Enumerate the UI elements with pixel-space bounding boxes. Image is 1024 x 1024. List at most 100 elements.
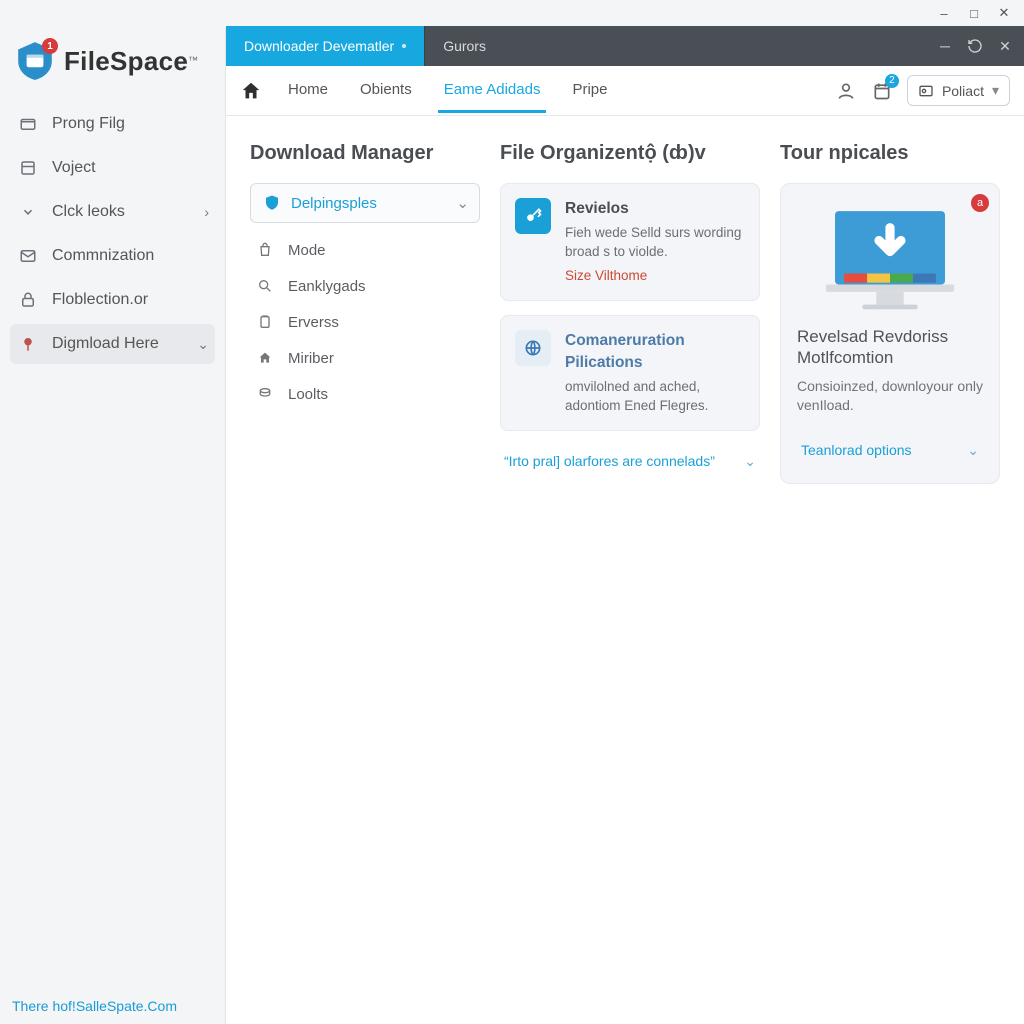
chevron-down-icon: ⌄ [744, 453, 756, 470]
subitem-label: Miriber [288, 350, 334, 367]
card-comaneruration[interactable]: Comaneruration Pilications omvilolned an… [500, 315, 760, 430]
link-label: “Irto pral] olarfores are connelads” [504, 453, 715, 469]
subitem-label: Eanklygads [288, 278, 366, 295]
os-titlebar: – □ ✕ [0, 0, 1024, 26]
card-body: Comaneruration Pilications omvilolned an… [565, 330, 745, 415]
navlink-obients[interactable]: Obients [354, 69, 418, 113]
navlink-home[interactable]: Home [282, 69, 334, 113]
poliact-label: Poliact [942, 83, 984, 99]
link-label: Teanlorad options [801, 442, 912, 458]
card-desc: Fieh wede Selld surs wording broad s to … [565, 224, 745, 262]
sidebar-item-label: Clck leoks [52, 203, 125, 221]
subitem-erverss[interactable]: Erverss [250, 309, 480, 335]
card-note: Size Vilthome [565, 267, 745, 286]
tab-label: Downloader Devematler [244, 38, 394, 54]
subitem-loolts[interactable]: Loolts [250, 381, 480, 407]
brand: 1 FileSpace™ [0, 26, 225, 104]
subitem-miriber[interactable]: Miriber [250, 345, 480, 371]
chevron-down-icon: ⌄ [456, 194, 469, 212]
navbar-right: 2 Poliact ▾ [835, 75, 1010, 106]
stack-icon [256, 385, 274, 403]
sidebar-item-flob[interactable]: Floblection.or [10, 280, 215, 320]
download-manager-title: Download Manager [250, 142, 480, 165]
connected-link[interactable]: “Irto pral] olarfores are connelads” ⌄ [500, 445, 760, 478]
navlink-pripe[interactable]: Pripe [566, 69, 613, 113]
content: Download Manager Delpingsples ⌄ Mode Ean… [226, 116, 1024, 1024]
sidebar-item-digmload[interactable]: Digmload Here ⌄ [10, 324, 215, 364]
tab-gurors[interactable]: Gurors [425, 26, 504, 66]
card-desc: omvilolned and ached, adontiom Ened Fleg… [565, 378, 745, 416]
sidebar-item-label: Voject [52, 159, 96, 177]
cube-icon [18, 158, 38, 178]
sidebar-item-label: Digmload Here [52, 335, 159, 353]
sidebar-item-voject[interactable]: Voject [10, 148, 215, 188]
folder-icon [18, 114, 38, 134]
calendar-icon[interactable]: 2 [871, 80, 893, 102]
subitem-mode[interactable]: Mode [250, 237, 480, 263]
lock-icon [18, 290, 38, 310]
category-pill[interactable]: Delpingsples ⌄ [250, 183, 480, 223]
sidebar-footer-link[interactable]: There hof!SalleSpate.Com [0, 988, 225, 1024]
download-manager-column: Download Manager Delpingsples ⌄ Mode Ean… [250, 142, 480, 998]
person-card-icon [918, 83, 934, 99]
sidebar-item-label: Commnization [52, 247, 154, 265]
chevron-down-icon: ⌄ [967, 442, 979, 459]
sidebar-item-label: Prong Filg [52, 115, 125, 133]
subitem-eank[interactable]: Eanklygads [250, 273, 480, 299]
mail-icon [18, 246, 38, 266]
tabstrip-close-button[interactable]: ✕ [996, 37, 1014, 55]
sidebar-nav: Prong Filg Voject Clck leoks › Commnizat… [0, 104, 225, 364]
promo-title: Revelsad Revdoriss Motlfcomtion [797, 326, 983, 369]
tabstrip-controls: ─ ✕ [926, 26, 1024, 66]
subitem-label: Erverss [288, 314, 339, 331]
sidebar-item-label: Floblection.or [52, 291, 148, 309]
home-icon[interactable] [240, 80, 262, 102]
subitem-label: Loolts [288, 386, 328, 403]
tab-downloader[interactable]: Downloader Devematler [226, 26, 424, 66]
card-body: Revielos Fieh wede Selld surs wording br… [565, 198, 745, 286]
search-icon [256, 277, 274, 295]
tabstrip-minimize-button[interactable]: ─ [936, 37, 954, 55]
tour-column: Tour npicales a [780, 142, 1000, 998]
os-close-button[interactable]: ✕ [994, 3, 1014, 23]
main: Downloader Devematler Gurors ─ ✕ Home Ob… [225, 26, 1024, 1024]
sidebar-item-clck[interactable]: Clck leoks › [10, 192, 215, 232]
sidebar-item-prong[interactable]: Prong Filg [10, 104, 215, 144]
brand-name: FileSpace™ [64, 46, 198, 77]
card-title: Revielos [565, 198, 745, 220]
os-minimize-button[interactable]: – [934, 3, 954, 23]
chevron-down-icon: ⌄ [197, 336, 209, 353]
globe-icon [515, 330, 551, 366]
bag-icon [256, 241, 274, 259]
chevron-down-icon: ▾ [992, 82, 999, 99]
category-sublist: Mode Eanklygads Erverss Miriber Loolts [250, 237, 480, 407]
brand-logo: 1 [14, 40, 56, 82]
tabstrip-refresh-button[interactable] [966, 37, 984, 55]
promo-badge: a [971, 194, 989, 212]
os-maximize-button[interactable]: □ [964, 3, 984, 23]
promo-options-link[interactable]: Teanlorad options ⌄ [797, 434, 983, 467]
poliact-button[interactable]: Poliact ▾ [907, 75, 1010, 106]
chevron-right-icon: › [204, 204, 209, 220]
file-organizer-column: File Organizentộ (ȸ)v Revielos Fieh wede… [500, 142, 760, 998]
download-icon [18, 202, 38, 222]
shield-icon [263, 194, 281, 212]
navbar: Home Obients Eame Adidads Pripe 2 Poliac… [226, 66, 1024, 116]
clipboard-icon [256, 313, 274, 331]
promo-desc: Consioinzed, downloyour only venIload. [797, 377, 983, 416]
tabstrip: Downloader Devematler Gurors ─ ✕ [226, 26, 1024, 66]
user-icon[interactable] [835, 80, 857, 102]
sidebar: 1 FileSpace™ Prong Filg Voject Clck leok [0, 26, 225, 1024]
tab-label: Gurors [443, 38, 486, 54]
navlink-eame[interactable]: Eame Adidads [438, 69, 547, 113]
sidebar-item-comm[interactable]: Commnization [10, 236, 215, 276]
promo-card: a [780, 183, 1000, 484]
brand-badge: 1 [42, 38, 58, 54]
key-icon [515, 198, 551, 234]
promo-illustration [815, 202, 965, 312]
card-revielos[interactable]: Revielos Fieh wede Selld surs wording br… [500, 183, 760, 301]
tab-indicator-icon [402, 44, 406, 48]
file-organizer-title: File Organizentộ (ȸ)v [500, 142, 760, 165]
home-small-icon [256, 349, 274, 367]
pin-icon [18, 334, 38, 354]
